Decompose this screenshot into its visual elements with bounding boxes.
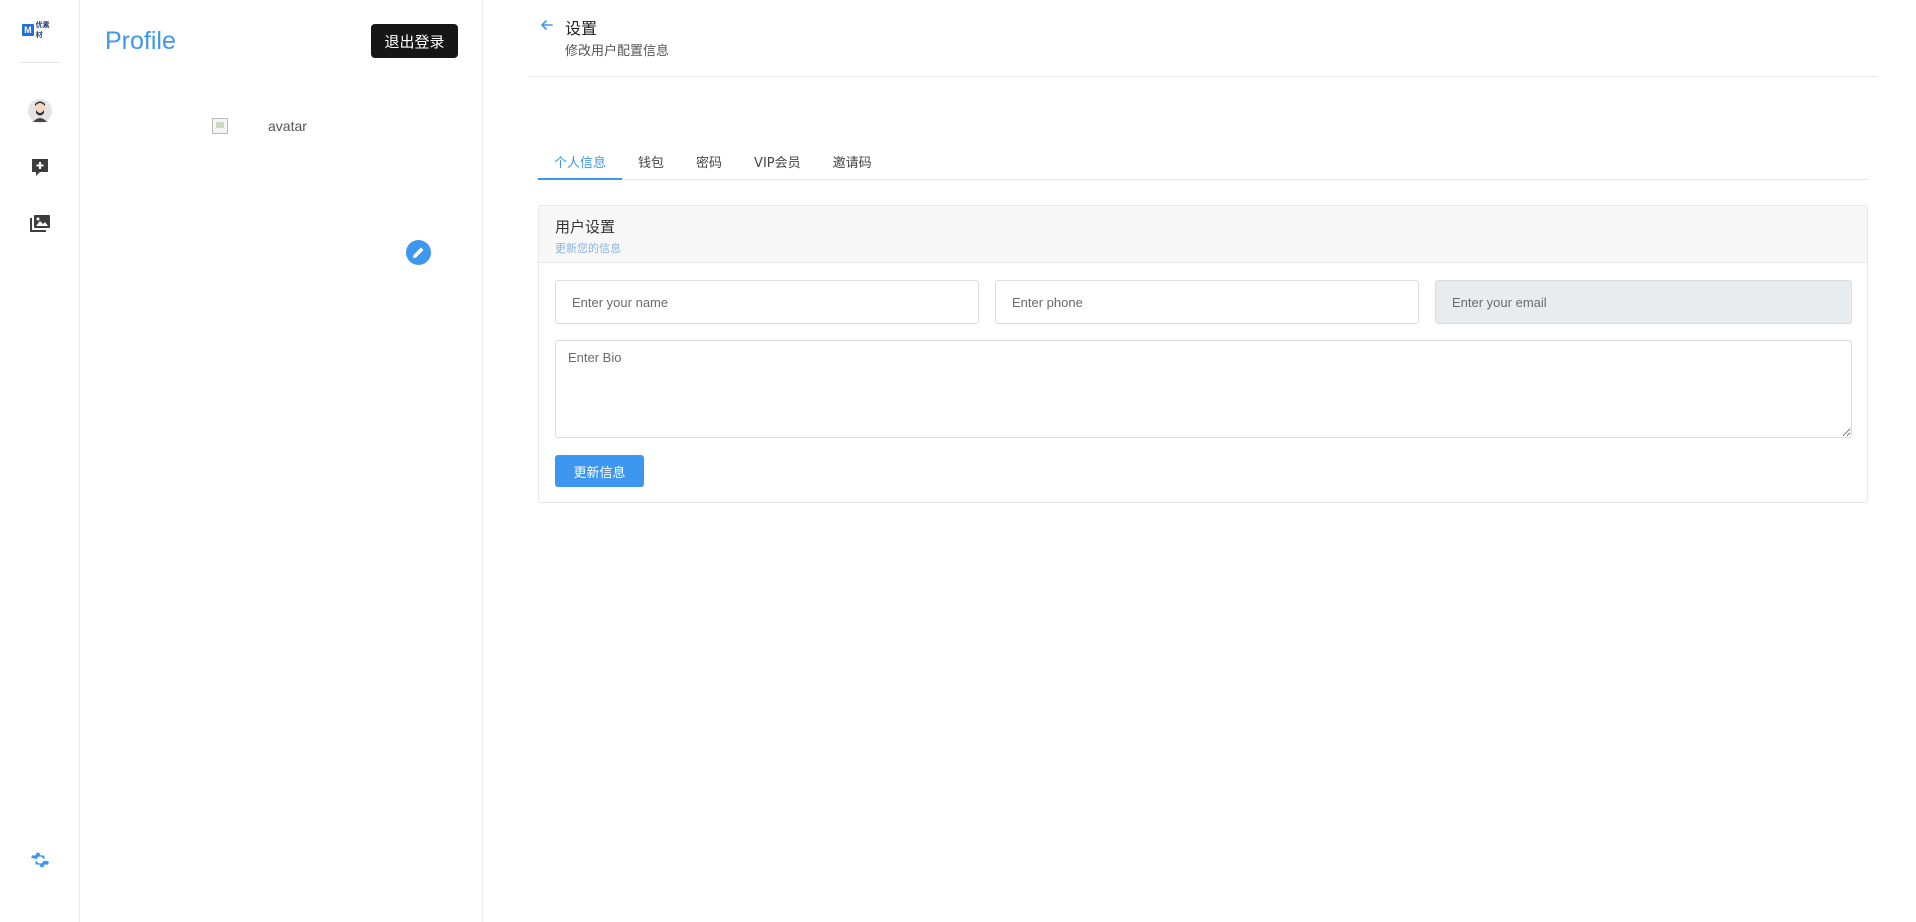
page-subtitle: 修改用户配置信息 (565, 44, 670, 59)
tab-invite-code[interactable]: 邀请码 (817, 146, 888, 180)
broken-image-icon (212, 118, 228, 134)
profile-panel: Profile 退出登录 avatar (80, 0, 483, 922)
arrow-left-icon (540, 20, 553, 30)
tab-password[interactable]: 密码 (680, 146, 738, 180)
gear-icon (31, 852, 49, 868)
email-input (1435, 280, 1852, 324)
photo-library-icon (30, 215, 50, 232)
phone-input[interactable] (995, 280, 1419, 324)
tab-profile-info[interactable]: 个人信息 (538, 146, 623, 180)
logo-text: 优素材 (35, 22, 50, 39)
user-avatar-icon (28, 99, 52, 123)
logo-mark: M (22, 24, 34, 36)
settings-main: 设置 修改用户配置信息 个人信息 钱包 密码 VIP会员 邀请码 用户设置 更新… (483, 0, 1916, 922)
back-button[interactable] (538, 16, 556, 34)
avatar-alt-text: avatar (268, 118, 307, 134)
add-box-icon (32, 159, 48, 176)
card-subtitle: 更新您的信息 (555, 242, 621, 255)
card-title: 用户设置 (555, 218, 616, 236)
rail-add-post-button[interactable] (26, 153, 54, 181)
card-header: 用户设置 更新您的信息 (539, 206, 1867, 263)
page-title: 设置 (565, 19, 598, 38)
left-rail: M 优素材 (0, 0, 80, 922)
name-input[interactable] (555, 280, 979, 324)
rail-avatar-button[interactable] (26, 97, 54, 125)
app-logo[interactable]: M 优素材 (22, 22, 56, 39)
pencil-icon (413, 247, 424, 258)
edit-avatar-button[interactable] (406, 240, 431, 265)
header-divider (528, 76, 1878, 77)
user-settings-card: 用户设置 更新您的信息 更新信息 (538, 205, 1868, 503)
rail-divider (20, 62, 60, 63)
avatar: avatar (212, 116, 332, 136)
update-info-button[interactable]: 更新信息 (555, 455, 644, 487)
bio-textarea[interactable] (555, 340, 1852, 438)
tab-vip[interactable]: VIP会员 (738, 146, 817, 180)
logout-button[interactable]: 退出登录 (371, 24, 458, 58)
settings-tabs: 个人信息 钱包 密码 VIP会员 邀请码 (538, 146, 1868, 180)
tab-wallet[interactable]: 钱包 (622, 146, 680, 180)
profile-title: Profile (105, 27, 176, 55)
rail-settings-button[interactable] (26, 846, 54, 874)
rail-gallery-button[interactable] (26, 209, 54, 237)
